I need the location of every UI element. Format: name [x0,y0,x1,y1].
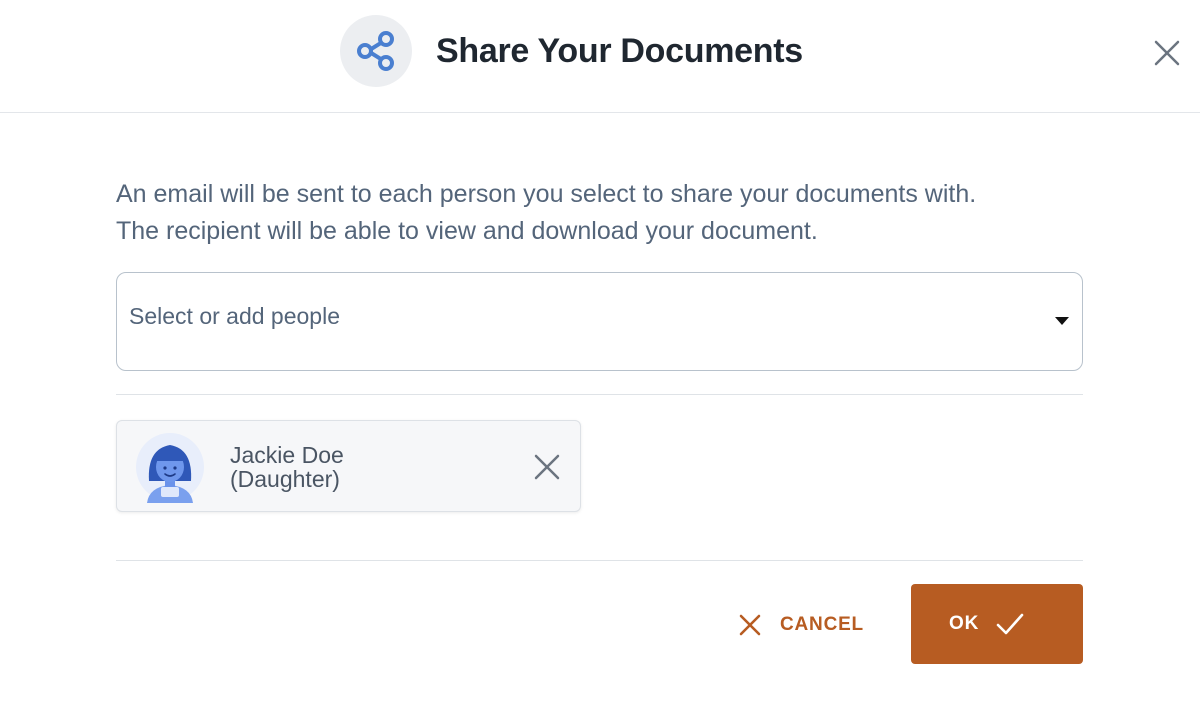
dialog-title: Share Your Documents [436,32,803,70]
cancel-button-label: CANCEL [780,614,864,635]
share-description: An email will be sent to each person you… [116,176,1096,250]
check-icon [995,612,1025,636]
close-icon [739,614,761,636]
ok-button[interactable]: OK [911,584,1083,664]
divider [116,394,1083,395]
close-icon [534,454,560,480]
cancel-button[interactable]: CANCEL [738,605,888,645]
selected-person-chip: Jackie Doe (Daughter) [116,420,581,512]
share-documents-dialog: Share Your Documents An email will be se… [0,0,1200,719]
ok-button-label: OK [949,613,980,634]
remove-person-button[interactable] [532,452,562,482]
description-line-2: The recipient will be able to view and d… [116,217,818,245]
caret-down-icon [1055,317,1069,325]
divider [116,560,1083,561]
person-name: Jackie Doe [230,442,344,468]
share-icon [340,15,412,87]
people-select[interactable]: Select or add people [116,272,1083,371]
avatar-girl-icon [135,431,205,503]
dialog-header: Share Your Documents [0,0,1200,113]
description-line-1: An email will be sent to each person you… [116,180,977,208]
close-icon [1154,40,1180,66]
people-select-placeholder: Select or add people [129,303,340,329]
person-relation: (Daughter) [230,466,340,492]
close-dialog-button[interactable] [1150,36,1184,70]
